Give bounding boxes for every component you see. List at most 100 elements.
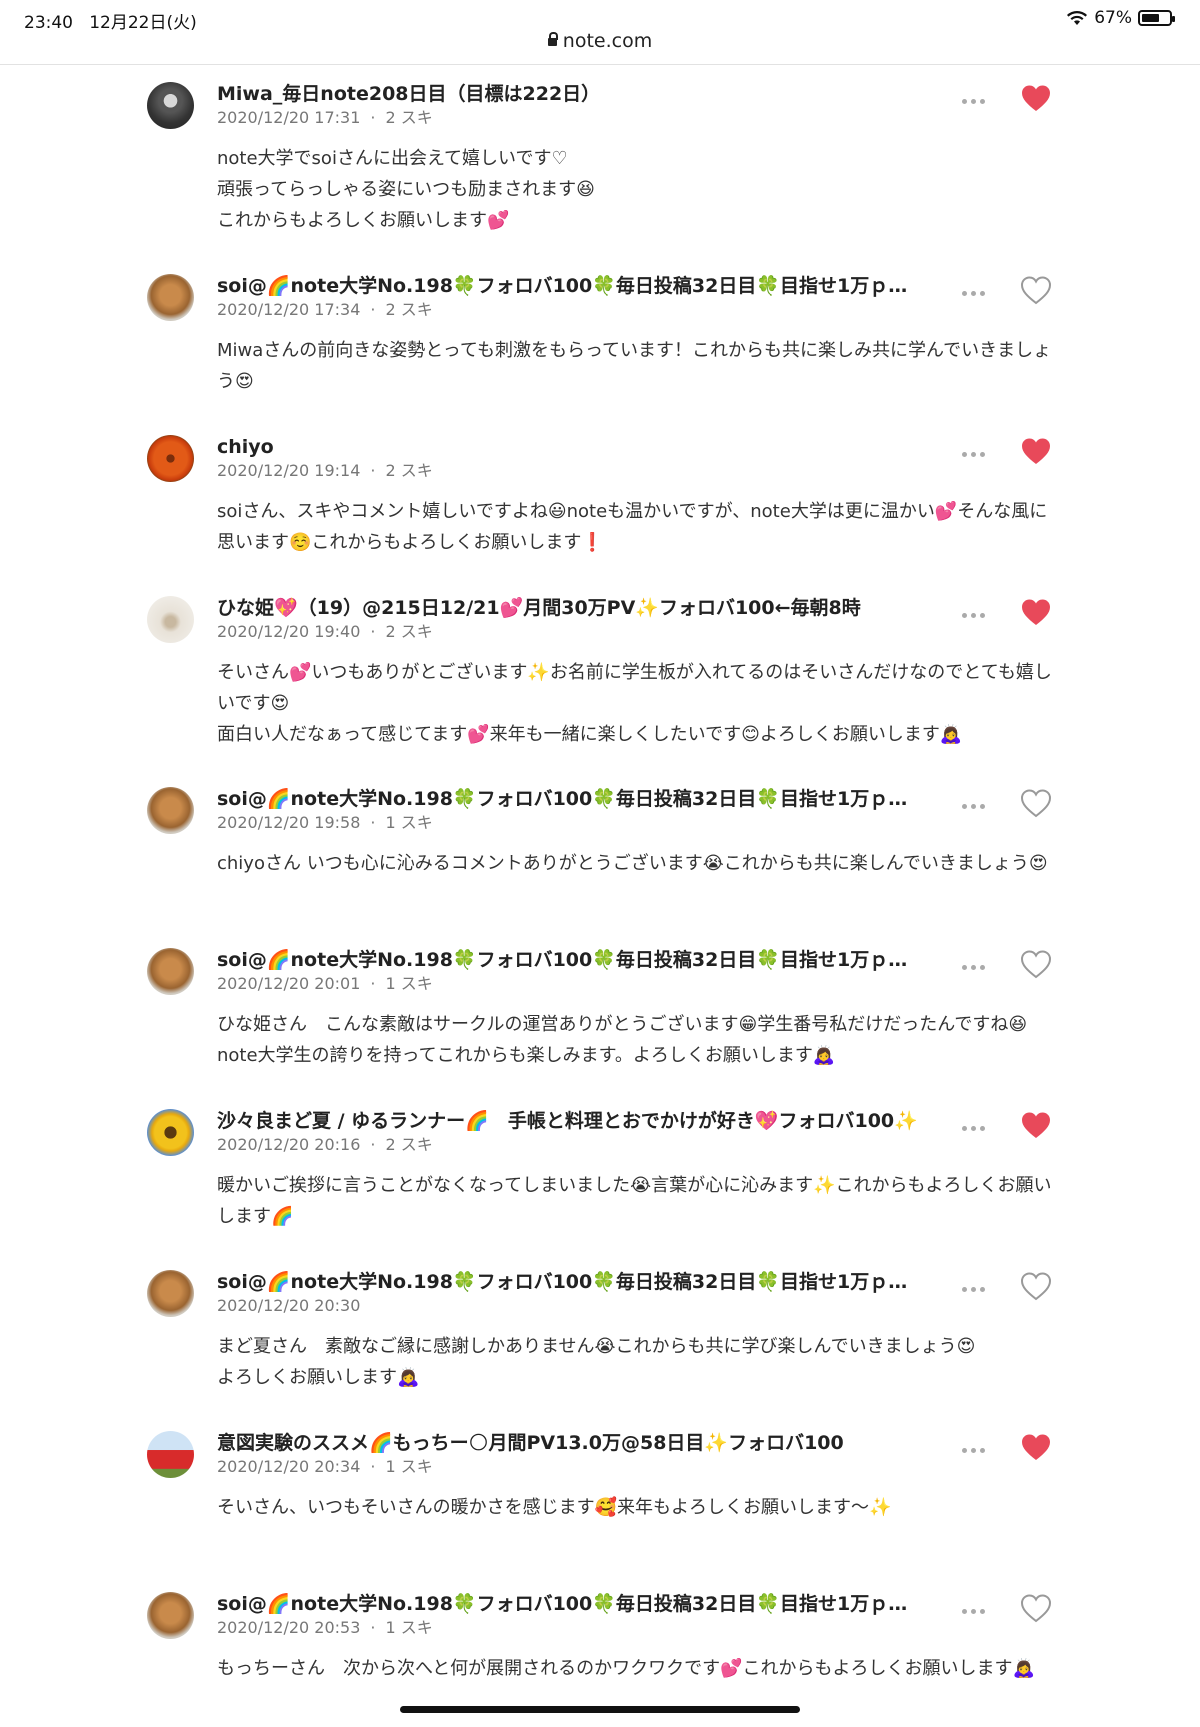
dot: [962, 1447, 967, 1453]
dot: [962, 964, 967, 970]
comment-author-name[interactable]: Miwa_毎日note208日目（目標は222日）: [217, 82, 937, 106]
avatar[interactable]: [147, 1431, 194, 1478]
avatar[interactable]: [147, 1109, 194, 1156]
home-indicator[interactable]: [400, 1706, 800, 1713]
comment-content: chiyo 2020/12/20 19:14 · 2 スキ soiさん、スキやコメント嬉…: [217, 435, 1047, 558]
dot: [980, 803, 985, 809]
url-bar[interactable]: note.com: [0, 30, 1200, 52]
comment-date: 2020/12/20 20:53: [217, 1618, 361, 1637]
comment-author-name[interactable]: soi@🌈note大学No.198🍀フォロバ100🍀毎日投稿32日目🍀目指せ1万…: [217, 274, 937, 298]
comment-content: soi@🌈note大学No.198🍀フォロバ100🍀毎日投稿32日目🍀目指せ1万…: [217, 948, 1027, 1071]
more-options-icon[interactable]: [962, 961, 994, 973]
comment-date: 2020/12/20 20:01: [217, 974, 361, 993]
heart-filled-icon[interactable]: [1020, 597, 1052, 627]
like-count[interactable]: 2 スキ: [386, 300, 433, 319]
comment-content: 意図実験のススメ🌈もっちー🌕月間PV13.0万@58日目✨フォロバ100 2020…: [217, 1431, 937, 1523]
more-options-icon[interactable]: [962, 287, 994, 299]
comment-date: 2020/12/20 17:31: [217, 108, 361, 127]
avatar[interactable]: [147, 787, 194, 834]
dot: [971, 1125, 976, 1131]
comment-line: soiさん、スキやコメント嬉しいですよね😃noteも温かいですが、note大学は…: [217, 501, 1048, 553]
avatar[interactable]: [147, 1270, 194, 1317]
dot: [962, 451, 967, 457]
heart-outline-icon[interactable]: [1020, 275, 1052, 305]
comment-line: まど夏さん 素敵なご縁に感謝しかありません😭これからも共に学び楽しんでいきましょ…: [217, 1336, 976, 1357]
more-options-icon[interactable]: [962, 609, 994, 621]
comment-date: 2020/12/20 19:14: [217, 461, 361, 480]
like-count[interactable]: 1 スキ: [386, 1618, 433, 1637]
dot: [980, 612, 985, 618]
comment-author-name[interactable]: soi@🌈note大学No.198🍀フォロバ100🍀毎日投稿32日目🍀目指せ1万…: [217, 1270, 937, 1294]
comment-line: これからもよろしくお願いします💕: [217, 210, 510, 231]
comment-meta: 2020/12/20 19:40 · 2 スキ: [217, 621, 937, 643]
avatar[interactable]: [147, 435, 194, 482]
dot: [980, 1125, 985, 1131]
comment-line: そいさん、いつもそいさんの暖かさを感じます🥰来年もよろしくお願いします〜✨: [217, 1497, 892, 1518]
like-count[interactable]: 2 スキ: [386, 1135, 433, 1154]
heart-outline-icon[interactable]: [1020, 1593, 1052, 1623]
dot: [980, 1286, 985, 1292]
more-options-icon[interactable]: [962, 1605, 994, 1617]
comment-author-name[interactable]: soi@🌈note大学No.198🍀フォロバ100🍀毎日投稿32日目🍀目指せ1万…: [217, 1592, 937, 1616]
comment-date: 2020/12/20 20:30: [217, 1296, 361, 1315]
dot: [971, 612, 976, 618]
heart-filled-icon[interactable]: [1020, 436, 1052, 466]
meta-separator: ·: [370, 108, 376, 127]
dot: [971, 1608, 976, 1614]
dot: [962, 803, 967, 809]
comment-date: 2020/12/20 19:40: [217, 622, 361, 641]
divider: [0, 64, 1200, 65]
more-options-icon[interactable]: [962, 1444, 994, 1456]
avatar[interactable]: [147, 596, 194, 643]
comment-body: そいさん💕いつもありがとございます✨お名前に学生板が入れてるのはそいさんだけなの…: [217, 657, 1057, 750]
comment-author-name[interactable]: 沙々良まど夏 / ゆるランナー🌈 手帳と料理とおでかけが好き💖フォロバ100✨: [217, 1109, 937, 1133]
more-options-icon[interactable]: [962, 800, 994, 812]
comment-content: soi@🌈note大学No.198🍀フォロバ100🍀毎日投稿32日目🍀目指せ1万…: [217, 1592, 1035, 1684]
dot: [971, 1447, 976, 1453]
dot: [971, 964, 976, 970]
comment-date: 2020/12/20 20:34: [217, 1457, 361, 1476]
comment-author-name[interactable]: chiyo: [217, 435, 937, 459]
avatar[interactable]: [147, 1592, 194, 1639]
more-options-icon[interactable]: [962, 448, 994, 460]
more-options-icon[interactable]: [962, 1283, 994, 1295]
more-options-icon[interactable]: [962, 1122, 994, 1134]
comment-content: Miwa_毎日note208日目（目標は222日） 2020/12/20 17:3…: [217, 82, 937, 236]
comment-author-name[interactable]: ひな姫💖（19）@215日12/21💕月間30万PV✨フォロバ100←毎朝8時: [217, 596, 937, 620]
heart-outline-icon[interactable]: [1020, 788, 1052, 818]
comment-meta: 2020/12/20 20:30: [217, 1295, 937, 1317]
like-count[interactable]: 1 スキ: [386, 974, 433, 993]
comment-body: note大学でsoiさんに出会えて嬉しいです♡ 頑張ってらっしゃる姿にいつも励まさ…: [217, 143, 1057, 236]
dot: [980, 1447, 985, 1453]
comment-content: soi@🌈note大学No.198🍀フォロバ100🍀毎日投稿32日目🍀目指せ1万…: [217, 274, 1051, 397]
comment-meta: 2020/12/20 20:34 · 1 スキ: [217, 1456, 937, 1478]
heart-outline-icon[interactable]: [1020, 949, 1052, 979]
dot: [980, 964, 985, 970]
comment-author-name[interactable]: soi@🌈note大学No.198🍀フォロバ100🍀毎日投稿32日目🍀目指せ1万…: [217, 787, 937, 811]
heart-filled-icon[interactable]: [1020, 1110, 1052, 1140]
like-count[interactable]: 1 スキ: [386, 813, 433, 832]
like-count[interactable]: 2 スキ: [386, 108, 433, 127]
comment-body: ひな姫さん こんな素敵はサークルの運営ありがとうございます😁学生番号私だけだった…: [217, 1009, 1057, 1071]
like-count[interactable]: 2 スキ: [386, 461, 433, 480]
heart-outline-icon[interactable]: [1020, 1271, 1052, 1301]
avatar[interactable]: [147, 274, 194, 321]
dot: [980, 451, 985, 457]
heart-filled-icon[interactable]: [1020, 1432, 1052, 1462]
more-options-icon[interactable]: [962, 95, 994, 107]
avatar[interactable]: [147, 948, 194, 995]
dot: [971, 451, 976, 457]
comment-content: 沙々良まど夏 / ゆるランナー🌈 手帳と料理とおでかけが好き💖フォロバ100✨ 2…: [217, 1109, 1052, 1232]
comment-line: 面白い人だなぁって感じてます💕来年も一緒に楽しくしたいです😊よろしくお願いします…: [217, 724, 963, 745]
comment-author-name[interactable]: soi@🌈note大学No.198🍀フォロバ100🍀毎日投稿32日目🍀目指せ1万…: [217, 948, 937, 972]
meta-separator: ·: [370, 813, 376, 832]
meta-separator: ·: [370, 1618, 376, 1637]
like-count[interactable]: 2 スキ: [386, 622, 433, 641]
dot: [962, 1286, 967, 1292]
comment-author-name[interactable]: 意図実験のススメ🌈もっちー🌕月間PV13.0万@58日目✨フォロバ100: [217, 1431, 937, 1455]
heart-filled-icon[interactable]: [1020, 83, 1052, 113]
avatar[interactable]: [147, 82, 194, 129]
comment-date: 2020/12/20 20:16: [217, 1135, 361, 1154]
like-count[interactable]: 1 スキ: [386, 1457, 433, 1476]
comment-body: まど夏さん 素敵なご縁に感謝しかありません😭これからも共に学び楽しんでいきましょ…: [217, 1331, 1057, 1393]
